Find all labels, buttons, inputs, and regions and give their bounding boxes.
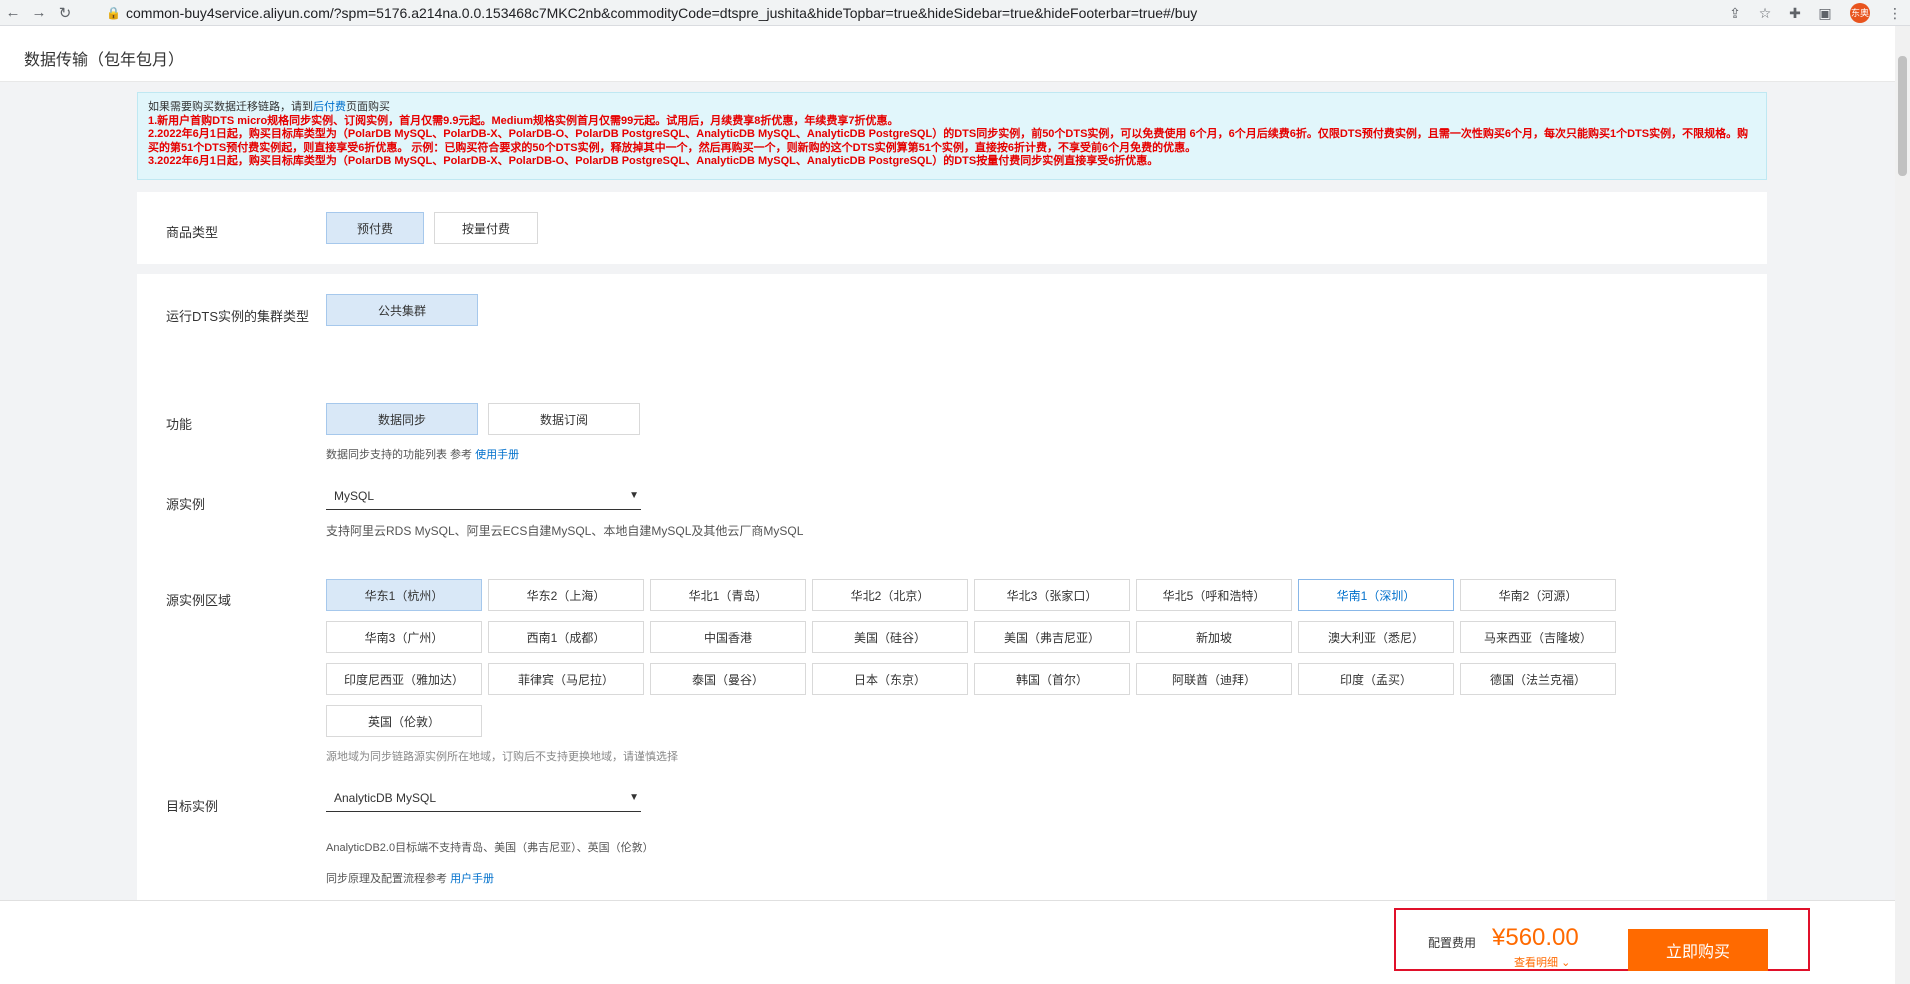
notice-line-3: 3.2022年6月1日起，购买目标库类型为（PolarDB MySQL、Pola…	[148, 155, 1159, 167]
forward-icon[interactable]: →	[26, 0, 52, 26]
address-bar[interactable]: 🔒 common-buy4service.aliyun.com/?spm=517…	[106, 2, 1786, 24]
cluster-label: 运行DTS实例的集群类型	[166, 309, 310, 324]
notice-line-1: 1.新用户首购DTS micro规格同步实例、订阅实例，首月仅需9.9元起。Me…	[148, 114, 899, 127]
page-scrollbar[interactable]	[1895, 26, 1910, 984]
chevron-down-icon: ▼	[629, 490, 639, 501]
option-data-sync[interactable]: 数据同步	[326, 403, 478, 435]
price-value: ¥560.00	[1492, 924, 1579, 951]
price-panel: 配置费用 ¥560.00 查看明细 ⌄ 立即购买	[1394, 908, 1810, 971]
region-option[interactable]: 泰国（曼谷）	[650, 663, 806, 695]
region-option[interactable]: 美国（硅谷）	[812, 621, 968, 653]
region-option[interactable]: 西南1（成都）	[488, 621, 644, 653]
product-type-label: 商品类型	[166, 225, 219, 240]
region-option[interactable]: 菲律宾（马尼拉）	[488, 663, 644, 695]
source-hint: 支持阿里云RDS MySQL、阿里云ECS自建MySQL、本地自建MySQL及其…	[326, 524, 804, 538]
product-type-card: 商品类型 预付费 按量付费	[137, 192, 1767, 264]
price-label: 配置费用	[1428, 936, 1477, 950]
region-option[interactable]: 华东2（上海）	[488, 579, 644, 611]
promo-notice: 如果需要购买数据迁移链路，请到后付费页面购买 1.新用户首购DTS micro规…	[137, 92, 1767, 180]
option-prepaid[interactable]: 预付费	[326, 212, 424, 244]
region-option[interactable]: 华南1（深圳）	[1298, 579, 1454, 611]
source-label: 源实例	[166, 497, 206, 512]
share-icon[interactable]: ⇪	[1720, 5, 1750, 22]
region-option[interactable]: 华东1（杭州）	[326, 579, 482, 611]
region-label: 源实例区域	[166, 593, 232, 608]
option-public-cluster[interactable]: 公共集群	[326, 294, 478, 326]
region-option[interactable]: 华北2（北京）	[812, 579, 968, 611]
postpaid-link[interactable]: 后付费	[313, 101, 346, 113]
chevron-down-icon: ⌄	[1561, 957, 1571, 969]
region-option[interactable]: 德国（法兰克福）	[1460, 663, 1616, 695]
lock-icon: 🔒	[106, 6, 121, 20]
target-hint-2-text: 同步原理及配置流程参考	[326, 873, 447, 885]
config-card: 运行DTS实例的集群类型 公共集群 功能 数据同步 数据订阅 数据同步支持的功能…	[137, 274, 1767, 984]
region-option[interactable]: 印度（孟买）	[1298, 663, 1454, 695]
region-option[interactable]: 新加坡	[1136, 621, 1292, 653]
scrollbar-thumb[interactable]	[1898, 56, 1907, 176]
source-value: MySQL	[334, 488, 375, 503]
star-icon[interactable]: ☆	[1750, 5, 1780, 22]
target-value: AnalyticDB MySQL	[334, 790, 437, 805]
page-header: 数据传输（包年包月）	[0, 26, 1895, 82]
function-hint: 数据同步支持的功能列表 参考 使用手册	[326, 446, 519, 462]
menu-icon[interactable]: ⋮	[1880, 5, 1910, 22]
source-select[interactable]: MySQL ▼	[326, 482, 641, 510]
back-icon[interactable]: ←	[0, 0, 26, 26]
notice-line-0: 如果需要购买数据迁移链路，请到后付费页面购买	[148, 101, 1756, 115]
region-option[interactable]: 印度尼西亚（雅加达）	[326, 663, 482, 695]
user-manual-link[interactable]: 用户手册	[450, 873, 494, 885]
region-option[interactable]: 华北5（呼和浩特）	[1136, 579, 1292, 611]
region-option[interactable]: 日本（东京）	[812, 663, 968, 695]
view-detail-link[interactable]: 查看明细 ⌄	[1514, 954, 1570, 970]
target-label: 目标实例	[166, 799, 219, 814]
region-option[interactable]: 马来西亚（吉隆坡）	[1460, 621, 1616, 653]
url-text: common-buy4service.aliyun.com/?spm=5176.…	[126, 5, 1198, 21]
avatar[interactable]: 东奥	[1850, 3, 1870, 23]
view-detail-text: 查看明细	[1514, 957, 1558, 969]
sidepanel-icon[interactable]: ▣	[1810, 5, 1840, 22]
region-option[interactable]: 华南2（河源）	[1460, 579, 1616, 611]
browser-toolbar: ← → ↻ 🔒 common-buy4service.aliyun.com/?s…	[0, 0, 1910, 26]
region-option[interactable]: 华北3（张家口）	[974, 579, 1130, 611]
region-option[interactable]: 华北1（青岛）	[650, 579, 806, 611]
option-payg[interactable]: 按量付费	[434, 212, 538, 244]
target-hint-1: AnalyticDB2.0目标端不支持青岛、美国（弗吉尼亚）、英国（伦敦）	[326, 842, 654, 854]
region-option[interactable]: 阿联酋（迪拜）	[1136, 663, 1292, 695]
extensions-icon[interactable]: ✚	[1780, 5, 1810, 22]
chevron-down-icon: ▼	[629, 792, 639, 803]
region-option[interactable]: 韩国（首尔）	[974, 663, 1130, 695]
region-option[interactable]: 中国香港	[650, 621, 806, 653]
notice-line-2: 2.2022年6月1日起，购买目标库类型为（PolarDB MySQL、Pola…	[148, 128, 1749, 154]
target-select[interactable]: AnalyticDB MySQL ▼	[326, 784, 641, 812]
usage-manual-link[interactable]: 使用手册	[475, 449, 519, 461]
region-hint: 源地域为同步链路源实例所在地域，订购后不支持更换地域，请谨慎选择	[326, 751, 678, 763]
function-hint-text: 数据同步支持的功能列表 参考	[326, 449, 473, 461]
notice-suffix: 页面购买	[346, 101, 390, 113]
region-option[interactable]: 华南3（广州）	[326, 621, 482, 653]
region-option[interactable]: 澳大利亚（悉尼）	[1298, 621, 1454, 653]
notice-prefix: 如果需要购买数据迁移链路，请到	[148, 101, 313, 113]
option-data-subscribe[interactable]: 数据订阅	[488, 403, 640, 435]
region-option[interactable]: 美国（弗吉尼亚）	[974, 621, 1130, 653]
target-hint-2: 同步原理及配置流程参考 用户手册	[326, 870, 494, 886]
reload-icon[interactable]: ↻	[52, 0, 78, 26]
function-label: 功能	[166, 417, 193, 432]
page-title: 数据传输（包年包月）	[24, 52, 185, 69]
region-option[interactable]: 英国（伦敦）	[326, 705, 482, 737]
buy-now-button[interactable]: 立即购买	[1628, 929, 1768, 971]
